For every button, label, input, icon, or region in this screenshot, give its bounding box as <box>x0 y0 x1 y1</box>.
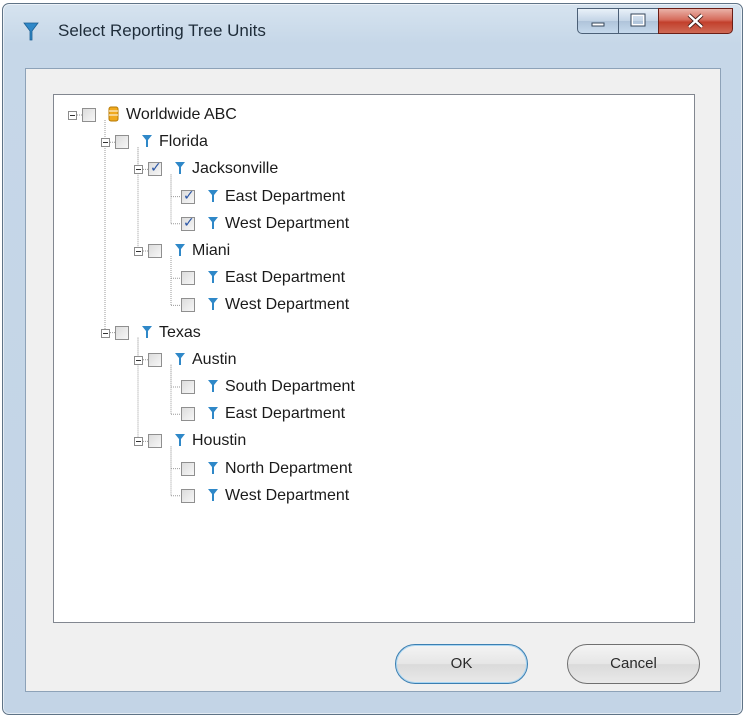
tree-node[interactable]: West Department <box>54 214 654 238</box>
tree-node-label: North Department <box>225 459 353 477</box>
collapse-toggle-icon[interactable] <box>101 138 110 148</box>
tree-node[interactable]: West Department <box>54 295 654 319</box>
tree-node-label: East Department <box>225 187 346 205</box>
filter-funnel-icon <box>23 22 39 41</box>
tree-node-label: West Department <box>225 214 350 232</box>
title-bar[interactable]: Select Reporting Tree Units <box>3 4 742 64</box>
collapse-toggle-icon[interactable] <box>134 247 143 256</box>
node-checkbox[interactable] <box>181 271 195 286</box>
ok-button[interactable]: OK <box>395 644 528 684</box>
collapse-toggle-icon[interactable] <box>134 165 143 175</box>
filter-funnel-icon <box>208 216 218 229</box>
tree-node[interactable]: South Department <box>54 377 654 401</box>
node-checkbox[interactable] <box>82 108 96 122</box>
node-checkbox[interactable] <box>181 215 195 231</box>
node-checkbox[interactable] <box>148 434 162 449</box>
node-checkbox[interactable] <box>148 352 162 367</box>
tree-node-label: Miani <box>192 242 231 259</box>
tree-node-label: Houstin <box>192 432 247 450</box>
tree-node[interactable]: Worldwide ABC <box>54 105 654 129</box>
filter-funnel-icon <box>142 135 152 148</box>
filter-funnel-icon <box>175 434 185 447</box>
collapse-toggle-icon[interactable] <box>101 328 110 338</box>
tree-node-label: Texas <box>159 323 201 341</box>
dialog-window: Select Reporting Tree Units Worldwide AB… <box>2 3 743 715</box>
tree-node-label: South Department <box>225 378 355 395</box>
node-checkbox[interactable] <box>181 488 195 503</box>
minimize-icon <box>591 22 605 27</box>
tree-node[interactable]: Houstin <box>54 431 654 455</box>
tree-node-label: Florida <box>159 133 208 151</box>
caption-buttons <box>577 8 737 34</box>
filter-funnel-icon <box>208 380 218 392</box>
node-checkbox[interactable] <box>181 407 195 422</box>
node-checkbox[interactable] <box>181 298 195 313</box>
node-checkbox[interactable] <box>181 461 195 476</box>
tree-node[interactable]: North Department <box>54 459 654 483</box>
close-icon <box>687 13 704 29</box>
tree-node[interactable]: East Department <box>54 268 654 292</box>
node-checkbox[interactable] <box>181 188 195 204</box>
tree-node[interactable]: West Department <box>54 486 654 510</box>
filter-funnel-icon <box>208 461 218 474</box>
database-icon <box>108 106 119 122</box>
tree-node-label: Jacksonville <box>192 160 279 178</box>
reporting-tree[interactable]: Worldwide ABC Florida Jacksonville East Dep… <box>53 94 695 623</box>
tree-node-label: East Department <box>225 405 346 423</box>
filter-funnel-icon <box>175 352 185 365</box>
tree-node[interactable]: Texas <box>54 323 654 347</box>
maximize-icon <box>630 13 646 27</box>
collapse-toggle-icon[interactable] <box>134 355 143 365</box>
cancel-button[interactable]: Cancel <box>567 644 700 684</box>
filter-funnel-icon <box>175 162 185 175</box>
node-checkbox[interactable] <box>115 135 129 150</box>
node-checkbox[interactable] <box>181 380 195 394</box>
tree-node-label: West Department <box>225 296 350 314</box>
node-checkbox[interactable] <box>148 160 162 177</box>
filter-funnel-icon <box>208 271 218 284</box>
filter-funnel-icon <box>142 325 152 338</box>
tree-node-label: Worldwide ABC <box>126 106 237 123</box>
dialog-client-area: Worldwide ABC Florida Jacksonville East Dep… <box>25 68 721 692</box>
minimize-button[interactable] <box>577 8 619 34</box>
filter-funnel-icon <box>208 488 218 501</box>
node-checkbox[interactable] <box>148 244 162 258</box>
tree-node[interactable]: Jacksonville <box>54 159 654 183</box>
tree-node[interactable]: Miani <box>54 241 654 265</box>
tree-node[interactable]: East Department <box>54 187 654 211</box>
tree-node-label: Austin <box>192 350 237 368</box>
filter-funnel-icon <box>208 298 218 311</box>
node-checkbox[interactable] <box>115 325 129 340</box>
filter-funnel-icon <box>208 407 218 420</box>
window-title: Select Reporting Tree Units <box>58 21 266 40</box>
tree-node[interactable]: Florida <box>54 132 654 156</box>
collapse-toggle-icon[interactable] <box>68 111 77 120</box>
filter-funnel-icon <box>208 189 218 202</box>
tree-node-label: East Department <box>225 269 346 287</box>
filter-funnel-icon <box>175 244 185 256</box>
tree-node[interactable]: East Department <box>54 404 654 428</box>
tree-node[interactable]: Austin <box>54 350 654 374</box>
collapse-toggle-icon[interactable] <box>134 437 143 447</box>
tree-node-label: West Department <box>225 486 350 504</box>
maximize-button[interactable] <box>618 8 659 34</box>
close-button[interactable] <box>658 8 733 34</box>
